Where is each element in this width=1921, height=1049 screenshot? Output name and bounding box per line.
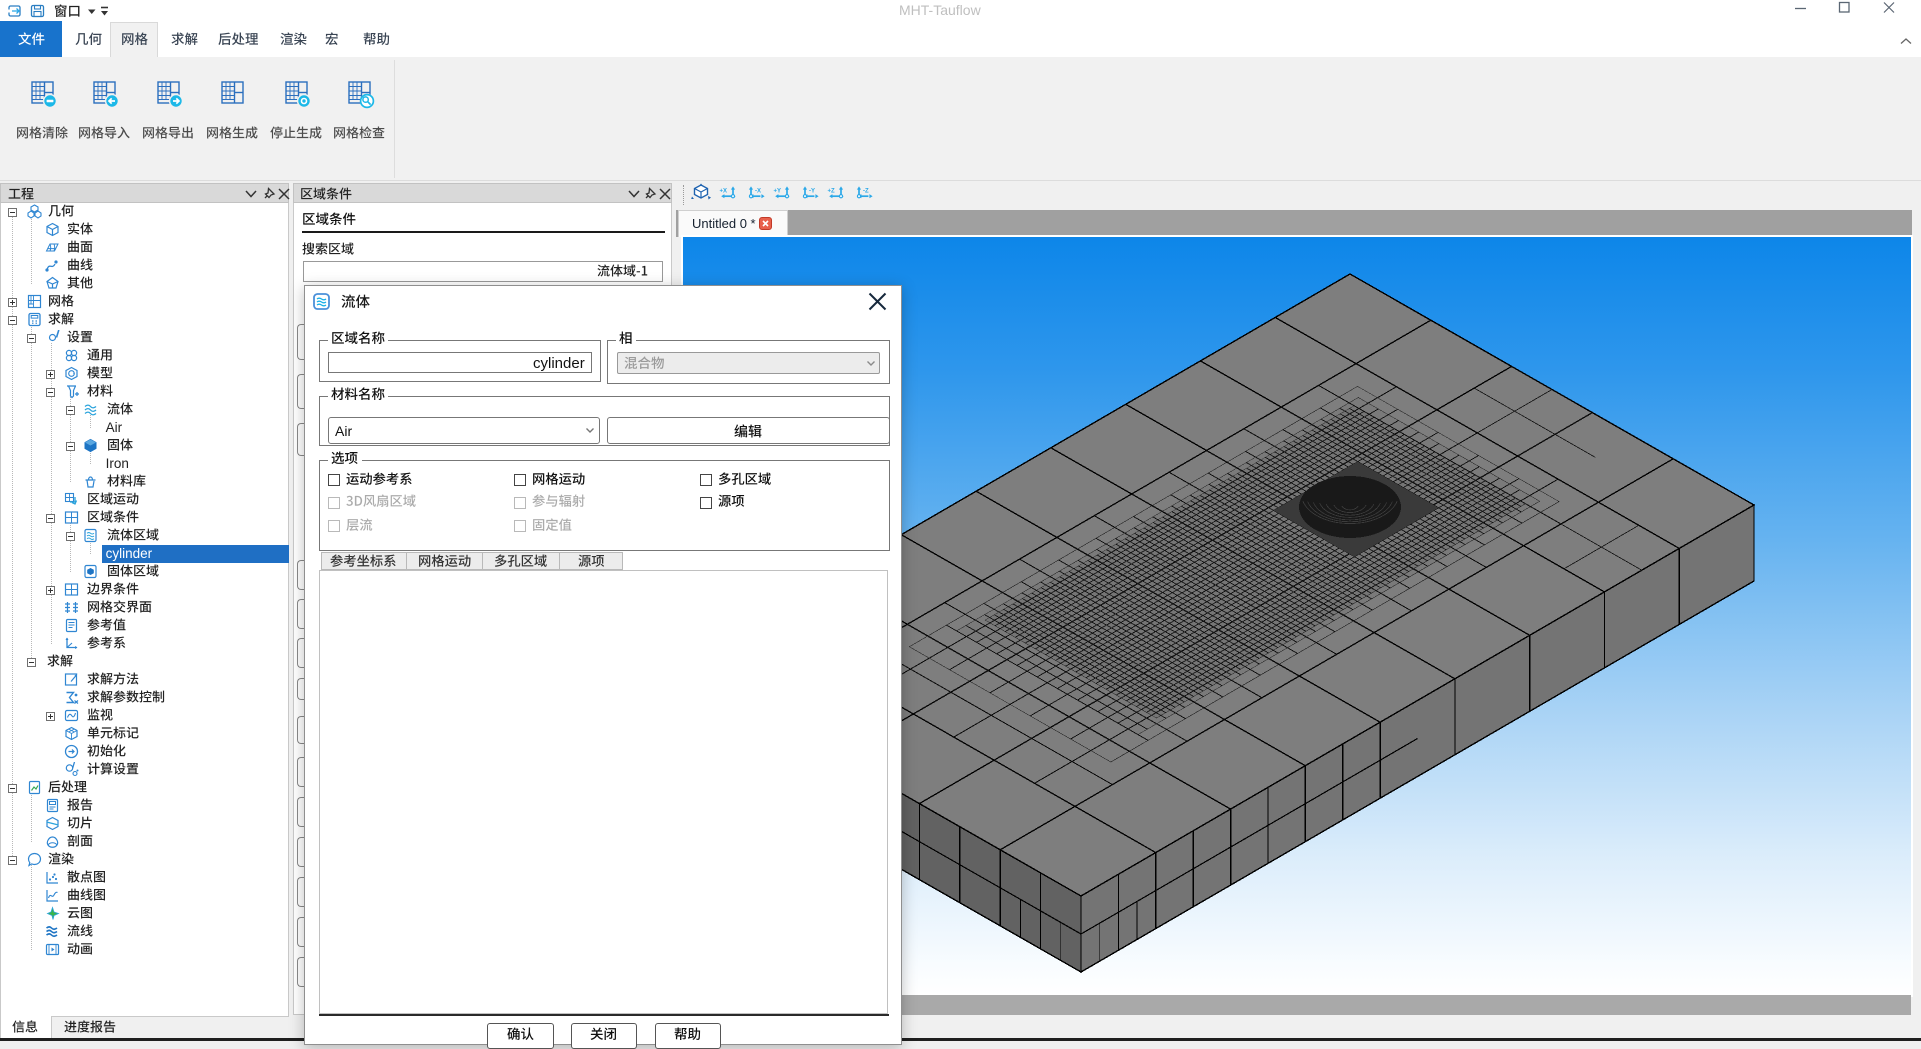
svg-text:-Y: -Y xyxy=(809,189,815,195)
svg-text:-X: -X xyxy=(755,189,761,195)
svg-text:+Y: +Y xyxy=(774,189,782,195)
svg-text:+Z: +Z xyxy=(828,189,836,195)
svg-text:+X: +X xyxy=(720,189,728,195)
svg-text:-Z: -Z xyxy=(863,189,869,195)
